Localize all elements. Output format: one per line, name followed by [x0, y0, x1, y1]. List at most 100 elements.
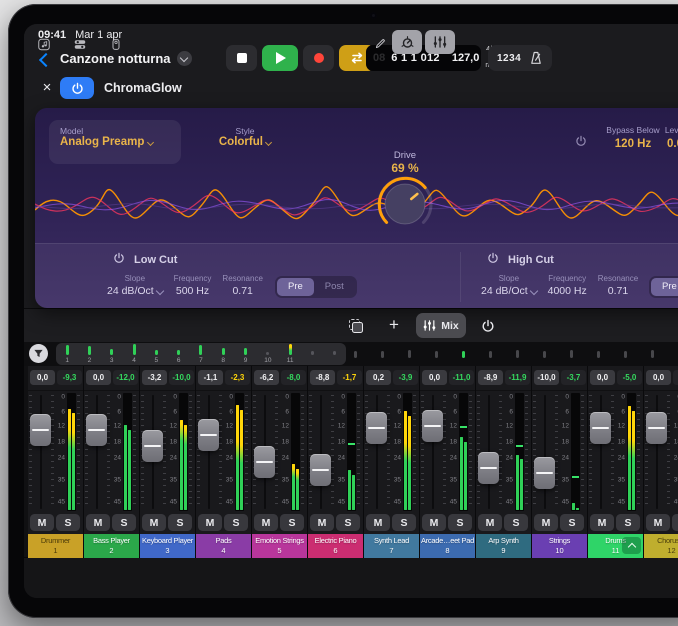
volume-value[interactable]: -3,2	[142, 370, 167, 385]
track-nameplate[interactable]: Bass Player 2	[84, 534, 139, 558]
fader-handle[interactable]	[86, 414, 107, 446]
fader[interactable]: 061218243545	[196, 391, 251, 513]
fader[interactable]: 061218243545	[364, 391, 419, 513]
mute-button[interactable]: M	[534, 514, 558, 531]
smart-controls-button[interactable]	[392, 30, 422, 54]
fader-handle[interactable]	[198, 419, 219, 451]
track-controls-button[interactable]	[68, 32, 92, 56]
volume-value[interactable]: 0,0	[646, 370, 671, 385]
high-cut-resonance[interactable]: Resonance 0.71	[598, 274, 638, 297]
fader-handle[interactable]	[310, 454, 331, 486]
mute-button[interactable]: M	[310, 514, 334, 531]
plugin-tile-button[interactable]	[104, 32, 128, 56]
stop-button[interactable]	[226, 45, 257, 71]
solo-button[interactable]: S	[560, 514, 584, 531]
mix-button[interactable]: Mix	[416, 313, 466, 338]
fader[interactable]: 061218243545	[588, 391, 643, 513]
solo-button[interactable]: S	[168, 514, 192, 531]
low-cut-power-icon[interactable]	[113, 252, 125, 267]
volume-value[interactable]: 0,0	[422, 370, 447, 385]
volume-value[interactable]: 0,2	[366, 370, 391, 385]
mute-button[interactable]: M	[142, 514, 166, 531]
fader[interactable]: 061218243545	[308, 391, 363, 513]
channel-strip-7[interactable]: 0,2 -3,9 061218243545 M S Synth Lead 7	[364, 366, 420, 557]
track-nameplate[interactable]: Chorus V 12	[644, 534, 678, 558]
plugin-power-toggle[interactable]	[60, 77, 94, 99]
track-nameplate[interactable]: Electric Piano 6	[308, 534, 363, 558]
volume-value[interactable]: -10,0	[534, 370, 559, 385]
mute-button[interactable]: M	[198, 514, 222, 531]
channel-strip-1[interactable]: 0,0 -9,3 061218243545 M S Drummer 1	[28, 366, 84, 557]
track-nameplate[interactable]: Drummer 1	[28, 534, 83, 558]
mixer-view-button[interactable]	[425, 30, 455, 54]
track-nameplate[interactable]: Pads 4	[196, 534, 251, 558]
channel-strip-5[interactable]: -6,2 -8,0 061218243545 M S Emotion Strin…	[252, 366, 308, 557]
channel-strip-3[interactable]: -3,2 -10,0 061218243545 M S Keyboard Pla…	[140, 366, 196, 557]
volume-value[interactable]: 0,0	[30, 370, 55, 385]
solo-button[interactable]: S	[504, 514, 528, 531]
track-nameplate[interactable]: Arcade…eet Pad 8	[420, 534, 475, 558]
fader-handle[interactable]	[534, 457, 555, 489]
fader-handle[interactable]	[646, 412, 667, 444]
fader[interactable]: 061218243545	[644, 391, 678, 513]
channel-strip-2[interactable]: 0,0 -12,0 061218243545 M S Bass Player 2	[84, 366, 140, 557]
record-button[interactable]	[303, 45, 334, 71]
mute-button[interactable]: M	[366, 514, 390, 531]
volume-value[interactable]: 0,0	[590, 370, 615, 385]
track-nameplate[interactable]: Drums 11	[588, 534, 643, 558]
level-control[interactable]: Level 0.0	[637, 125, 678, 150]
volume-value[interactable]: -8,8	[310, 370, 335, 385]
low-cut-slope[interactable]: Slope 24 dB/Oct	[107, 274, 163, 297]
solo-button[interactable]: S	[336, 514, 360, 531]
channel-strip-12[interactable]: 0,0 061218243545 M S Chorus V 12	[644, 366, 678, 557]
fader[interactable]: 061218243545	[140, 391, 195, 513]
solo-button[interactable]: S	[112, 514, 136, 531]
channel-strip-8[interactable]: 0,0 -11,0 061218243545 M S Arcade…eet Pa…	[420, 366, 476, 557]
track-nameplate[interactable]: Keyboard Player 3	[140, 534, 195, 558]
fader-handle[interactable]	[422, 410, 443, 442]
solo-button[interactable]: S	[280, 514, 304, 531]
solo-button[interactable]: S	[448, 514, 472, 531]
low-cut-post-button[interactable]: Post	[314, 278, 355, 296]
mute-button[interactable]: M	[30, 514, 54, 531]
fader-handle[interactable]	[590, 412, 611, 444]
solo-button[interactable]: S	[224, 514, 248, 531]
loops-browser-button[interactable]	[32, 32, 56, 56]
low-cut-resonance[interactable]: Resonance 0.71	[222, 274, 262, 297]
volume-value[interactable]: -1,1	[198, 370, 223, 385]
channel-strip-4[interactable]: -1,1 -2,3 061218243545 M S Pads 4	[196, 366, 252, 557]
mute-button[interactable]: M	[254, 514, 278, 531]
fader[interactable]: 061218243545	[84, 391, 139, 513]
high-cut-power-icon[interactable]	[487, 252, 499, 267]
volume-value[interactable]: 0,0	[86, 370, 111, 385]
fader[interactable]: 061218243545	[28, 391, 83, 513]
low-cut-pre-button[interactable]: Pre	[277, 278, 314, 296]
style-select[interactable]: Style Colorful	[197, 120, 293, 164]
mute-button[interactable]: M	[590, 514, 614, 531]
fader[interactable]: 061218243545	[420, 391, 475, 513]
channel-strip-6[interactable]: -8,8 -1,7 061218243545 M S Electric Pian…	[308, 366, 364, 557]
mute-button[interactable]: M	[86, 514, 110, 531]
add-track-button[interactable]: +	[380, 313, 408, 338]
fader-handle[interactable]	[366, 412, 387, 444]
high-cut-slope[interactable]: Slope 24 dB/Oct	[481, 274, 537, 297]
low-cut-frequency[interactable]: Frequency 500 Hz	[174, 274, 212, 297]
close-plugin-button[interactable]: ×	[38, 79, 56, 97]
fader-handle[interactable]	[254, 446, 275, 478]
play-button[interactable]	[262, 45, 298, 71]
mute-button[interactable]: M	[478, 514, 502, 531]
solo-button[interactable]: S	[672, 514, 678, 531]
fader-handle[interactable]	[30, 414, 51, 446]
fader[interactable]: 061218243545	[476, 391, 531, 513]
high-cut-frequency[interactable]: Frequency 4000 Hz	[548, 274, 587, 297]
fader[interactable]: 061218243545	[252, 391, 307, 513]
collapse-track-button[interactable]	[622, 537, 641, 554]
channel-strip-11[interactable]: 0,0 -5,0 061218243545 M S Drums 11	[588, 366, 644, 557]
track-nameplate[interactable]: Arp Synth 9	[476, 534, 531, 558]
overview-visible-range[interactable]: 1234567891011	[56, 343, 346, 365]
track-nameplate[interactable]: Synth Lead 7	[364, 534, 419, 558]
solo-button[interactable]: S	[392, 514, 416, 531]
volume-value[interactable]: -8,9	[478, 370, 503, 385]
track-nameplate[interactable]: Strings 10	[532, 534, 587, 558]
mute-button[interactable]: M	[646, 514, 670, 531]
